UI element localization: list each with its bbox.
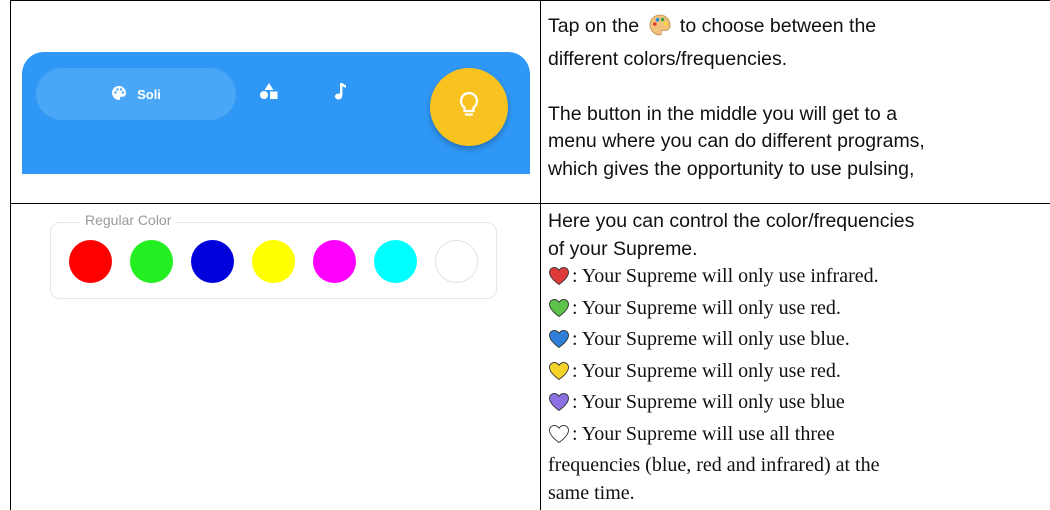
soli-label: Soli [137, 86, 161, 102]
color-swatch-white[interactable] [435, 240, 478, 283]
soli-tab[interactable]: Soli [36, 68, 236, 120]
row1-line1: Tap on the to choose between the [548, 13, 925, 46]
shapes-icon[interactable] [259, 82, 279, 105]
row1-spacer [548, 73, 925, 101]
palette-icon [111, 85, 127, 104]
palette-emoji-icon [648, 13, 672, 46]
row2-instructions: Here you can control the color/frequenci… [548, 208, 914, 507]
table-top-border [10, 0, 1050, 1]
red-heart-icon [548, 266, 570, 295]
lightbulb-button[interactable] [430, 68, 508, 146]
purple-heart-icon [548, 392, 570, 421]
row2-cont1: frequencies (blue, red and infrared) at … [548, 454, 880, 476]
heart-item-green: : Your Supreme will only use red. [548, 295, 914, 327]
row2-line1: Here you can control the color/frequenci… [548, 210, 915, 232]
row2-cont2: same time. [548, 481, 635, 504]
color-swatch-blue[interactable] [191, 240, 234, 283]
lightbulb-icon [458, 91, 480, 124]
color-swatch-cyan[interactable] [374, 240, 417, 283]
green-heart-icon [548, 298, 570, 327]
color-swatch-red[interactable] [69, 240, 112, 283]
row1-line4: menu where you can do different programs… [548, 130, 925, 152]
row2-line2: of your Supreme. [548, 237, 698, 260]
color-swatch-magenta[interactable] [313, 240, 356, 283]
blue-heart-icon [548, 329, 570, 358]
color-picker: Regular Color [50, 212, 497, 299]
color-swatch-green[interactable] [130, 240, 173, 283]
yellow-heart-icon [548, 361, 570, 390]
row1-instructions: Tap on the to choose between the differe… [548, 13, 925, 183]
row1-line5: which gives the opportunity to use pulsi… [548, 157, 915, 180]
row1-line2: different colors/frequencies. [548, 47, 788, 70]
white-heart-icon [548, 424, 570, 453]
heart-item-white: : Your Supreme will use all three [548, 421, 914, 453]
music-note-icon[interactable] [333, 82, 347, 107]
app-bottom-bar: Soli [22, 52, 530, 174]
color-swatch-yellow[interactable] [252, 240, 295, 283]
heart-item-red: : Your Supreme will only use infrared. [548, 263, 914, 295]
row1-line3: The button in the middle you will get to… [548, 102, 898, 125]
table-column-divider [540, 0, 541, 510]
heart-item-yellow: : Your Supreme will only use red. [548, 358, 914, 390]
heart-item-purple: : Your Supreme will only use blue [548, 389, 914, 421]
table-left-border [10, 0, 11, 510]
heart-item-blue: : Your Supreme will only use blue. [548, 326, 914, 358]
table-row-divider [10, 203, 1050, 204]
picker-legend: Regular Color [79, 212, 178, 228]
